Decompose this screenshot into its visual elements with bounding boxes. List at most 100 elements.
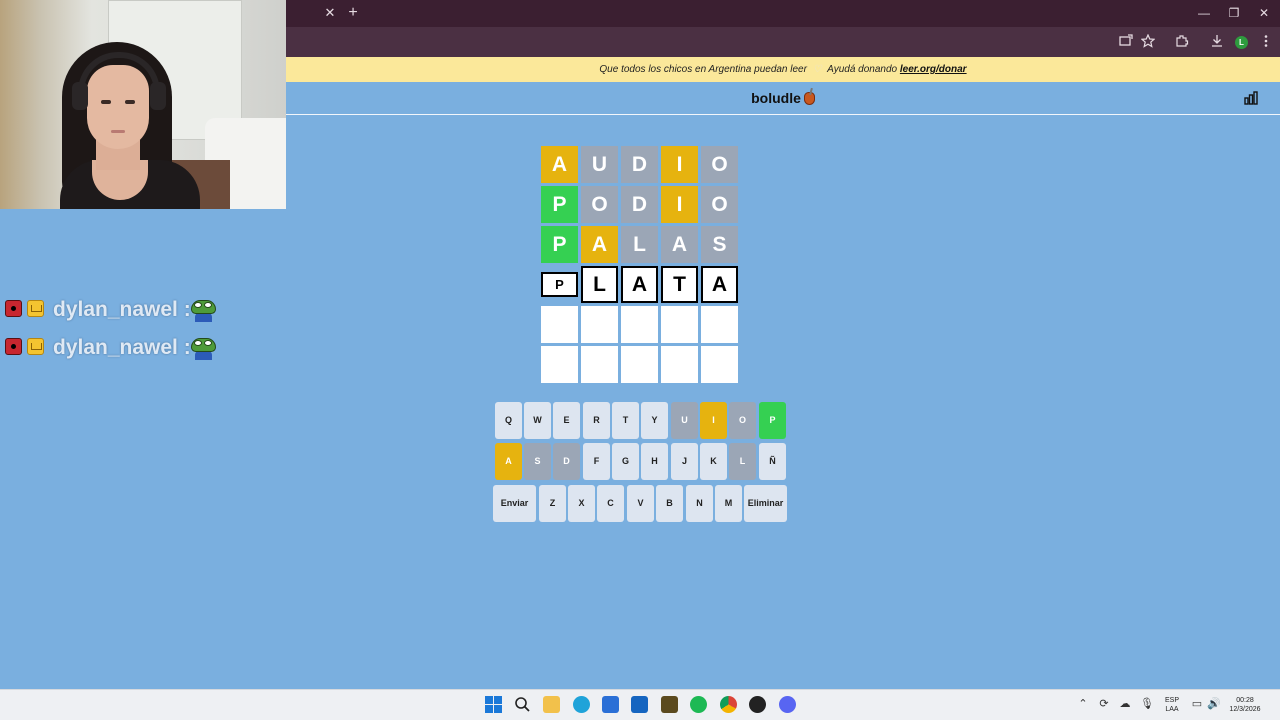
board-tile: D bbox=[621, 146, 658, 183]
key-p[interactable]: P bbox=[759, 402, 786, 439]
donation-banner: Que todos los chicos en Argentina puedan… bbox=[286, 57, 1280, 82]
board-tile: L bbox=[621, 226, 658, 263]
key-o[interactable]: O bbox=[729, 402, 756, 439]
stats-bar-chart-icon[interactable] bbox=[1244, 91, 1258, 105]
sync-icon[interactable]: ⟳ bbox=[1097, 697, 1111, 711]
board-tile: I bbox=[661, 146, 698, 183]
key-k[interactable]: K bbox=[700, 443, 727, 480]
board-tile: O bbox=[581, 186, 618, 223]
search-icon[interactable] bbox=[514, 696, 531, 713]
board-tile bbox=[701, 346, 738, 383]
store-icon[interactable] bbox=[602, 696, 619, 713]
discord-icon[interactable] bbox=[779, 696, 796, 713]
board-tile bbox=[661, 346, 698, 383]
key-l[interactable]: L bbox=[729, 443, 756, 480]
board-row bbox=[541, 306, 739, 343]
badge-icon bbox=[5, 300, 22, 317]
minimize-button[interactable]: — bbox=[1195, 5, 1213, 21]
key-f[interactable]: F bbox=[583, 443, 610, 480]
board-tile bbox=[581, 346, 618, 383]
donation-link[interactable]: leer.org/donar bbox=[900, 64, 967, 75]
clock-time: 00:28 bbox=[1236, 697, 1254, 704]
board-tile bbox=[541, 306, 578, 343]
language-indicator[interactable]: ESP LAA bbox=[1160, 696, 1184, 714]
key-x[interactable]: X bbox=[568, 485, 595, 522]
key-n[interactable]: N bbox=[686, 485, 713, 522]
edge-browser-icon[interactable] bbox=[573, 696, 590, 713]
pepe-emote-icon bbox=[191, 336, 216, 360]
key-j[interactable]: J bbox=[671, 443, 698, 480]
app-title-wrap: boludle bbox=[286, 90, 1280, 106]
spotify-icon[interactable] bbox=[690, 696, 707, 713]
obs-icon[interactable] bbox=[749, 696, 766, 713]
board-tile: O bbox=[701, 146, 738, 183]
delete-key[interactable]: Eliminar bbox=[744, 485, 787, 522]
chevron-up-icon[interactable]: ⌃ bbox=[1076, 697, 1090, 711]
downloads-icon[interactable] bbox=[1209, 34, 1225, 50]
board-tile: A bbox=[541, 146, 578, 183]
chat-username: dylan_nawel : bbox=[53, 336, 191, 359]
key-q[interactable]: Q bbox=[495, 402, 522, 439]
board-tile bbox=[621, 346, 658, 383]
webcam-person-eye bbox=[101, 100, 111, 104]
board-row: AUDIO bbox=[541, 146, 739, 183]
board-tile: O bbox=[701, 186, 738, 223]
key-w[interactable]: W bbox=[524, 402, 551, 439]
key-u[interactable]: U bbox=[671, 402, 698, 439]
enter-key[interactable]: Enviar bbox=[493, 485, 536, 522]
key-enie[interactable]: Ñ bbox=[759, 443, 786, 480]
board-row: PODIO bbox=[541, 186, 739, 223]
board-tile bbox=[661, 306, 698, 343]
key-r[interactable]: R bbox=[583, 402, 610, 439]
volume-icon[interactable]: 🔊 bbox=[1207, 697, 1221, 711]
extensions-puzzle-icon[interactable] bbox=[1174, 34, 1190, 50]
file-explorer-icon[interactable] bbox=[543, 696, 560, 713]
clock[interactable]: 00:28 12/3/2026 bbox=[1225, 696, 1265, 714]
key-c[interactable]: C bbox=[597, 485, 624, 522]
profile-avatar[interactable]: L bbox=[1235, 36, 1248, 49]
app-title: boludle bbox=[751, 90, 801, 106]
board-row: PLATA bbox=[541, 266, 739, 303]
key-y[interactable]: Y bbox=[641, 402, 668, 439]
board-tile: A bbox=[701, 266, 738, 303]
board-tile bbox=[701, 306, 738, 343]
chat-username: dylan_nawel : bbox=[53, 298, 191, 321]
board-row bbox=[541, 346, 739, 383]
board-tile: P bbox=[541, 186, 578, 223]
key-m[interactable]: M bbox=[715, 485, 742, 522]
language-top: ESP bbox=[1164, 697, 1179, 704]
cloud-icon[interactable]: ☁ bbox=[1118, 697, 1132, 711]
key-z[interactable]: Z bbox=[539, 485, 566, 522]
board-tile: U bbox=[581, 146, 618, 183]
board-tile bbox=[581, 306, 618, 343]
key-a[interactable]: A bbox=[495, 443, 522, 480]
new-tab-button[interactable]: + bbox=[345, 4, 361, 22]
install-app-icon[interactable] bbox=[1118, 34, 1134, 50]
pepe-emote-icon bbox=[191, 298, 216, 322]
close-window-button[interactable]: ✕ bbox=[1255, 5, 1273, 21]
bookmark-star-icon[interactable] bbox=[1140, 33, 1156, 50]
key-g[interactable]: G bbox=[612, 443, 639, 480]
restore-button[interactable]: ❐ bbox=[1225, 5, 1243, 21]
headset-earcup bbox=[72, 82, 88, 110]
minecraft-icon[interactable] bbox=[661, 696, 678, 713]
display-icon[interactable]: ▭ bbox=[1190, 697, 1204, 711]
browser-menu-icon[interactable] bbox=[1258, 34, 1274, 50]
headset-earcup bbox=[150, 82, 166, 110]
chat-message: dylan_nawel : bbox=[5, 335, 235, 361]
outlook-icon[interactable] bbox=[631, 696, 648, 713]
chrome-icon[interactable] bbox=[720, 696, 737, 713]
crown-badge-icon bbox=[27, 300, 44, 317]
close-tab-icon[interactable]: ✕ bbox=[322, 5, 338, 21]
key-e[interactable]: E bbox=[553, 402, 580, 439]
key-b[interactable]: B bbox=[656, 485, 683, 522]
key-d[interactable]: D bbox=[553, 443, 580, 480]
key-t[interactable]: T bbox=[612, 402, 639, 439]
key-v[interactable]: V bbox=[627, 485, 654, 522]
windows-start-icon[interactable] bbox=[485, 696, 502, 713]
key-h[interactable]: H bbox=[641, 443, 668, 480]
board-tile: A bbox=[581, 226, 618, 263]
key-s[interactable]: S bbox=[524, 443, 551, 480]
key-i[interactable]: I bbox=[700, 402, 727, 439]
microphone-icon[interactable]: 🎙 bbox=[1140, 697, 1154, 711]
